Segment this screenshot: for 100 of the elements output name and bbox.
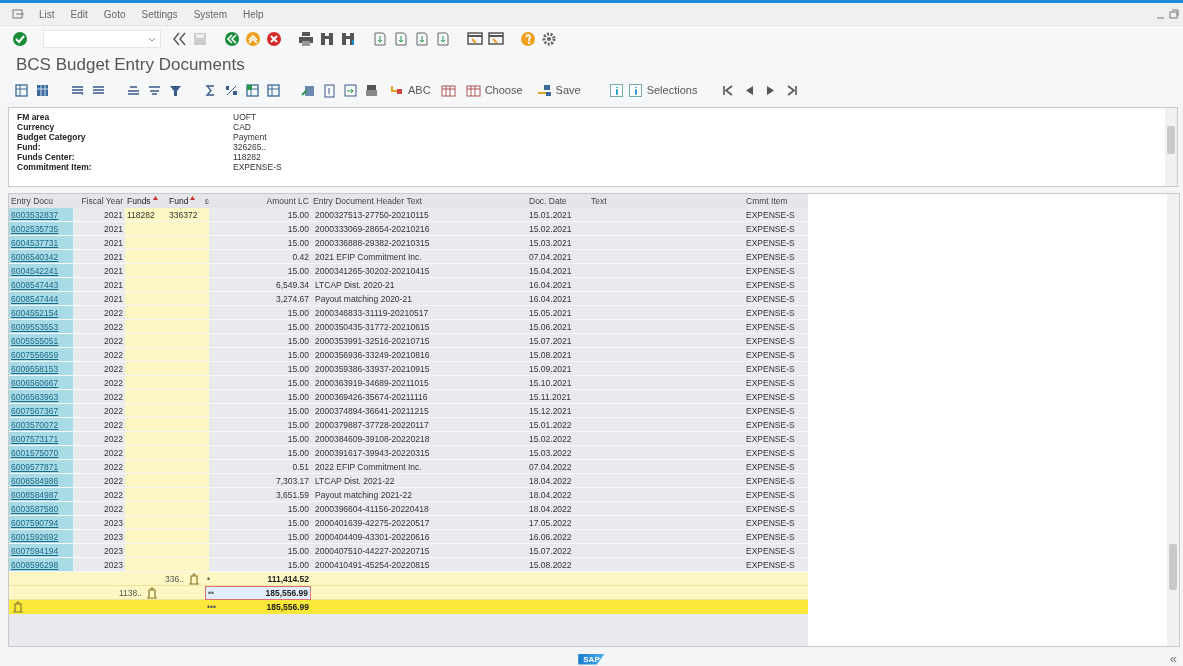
document-link[interactable]: 6003587580 <box>11 504 59 514</box>
toolbar-button[interactable]: Save <box>532 80 585 100</box>
print-preview-icon[interactable] <box>364 82 379 98</box>
table-cell <box>125 502 167 516</box>
document-link[interactable]: 6005555051 <box>11 336 59 346</box>
document-link[interactable]: 6007594194 <box>11 546 59 556</box>
scrollbar[interactable] <box>1165 108 1177 186</box>
document-link[interactable]: 6006563963 <box>11 392 59 402</box>
document-link[interactable]: 6009558153 <box>11 364 59 374</box>
document-link[interactable]: 6004542241 <box>11 266 59 276</box>
table-cell: 15.04.2021 <box>527 264 589 278</box>
check-icon[interactable] <box>12 31 28 47</box>
document-link[interactable]: 6008596298 <box>11 560 59 570</box>
table-cell: 15.05.2021 <box>527 306 589 320</box>
table-cell: 16.04.2021 <box>527 278 589 292</box>
document-link[interactable]: 6008547443 <box>11 280 59 290</box>
scrollbar[interactable] <box>1167 194 1179 646</box>
settings-icon[interactable] <box>541 31 557 47</box>
page-icon[interactable] <box>393 31 409 47</box>
document-link[interactable]: 6004552154 <box>11 308 59 318</box>
document-link[interactable]: 6007573171 <box>11 434 59 444</box>
page-icon[interactable] <box>435 31 451 47</box>
table-cell: 2000401639-42275-20220517 <box>311 516 527 530</box>
document-link[interactable]: 6006560667 <box>11 378 59 388</box>
grid-icon[interactable] <box>35 82 50 98</box>
menu-item[interactable]: Goto <box>101 8 128 20</box>
page-icon[interactable] <box>372 31 388 47</box>
menu-item[interactable]: Help <box>240 8 266 20</box>
page-icon[interactable] <box>414 31 430 47</box>
focused-cell[interactable]: •• 185,556.99 <box>205 586 311 600</box>
details-icon[interactable] <box>14 82 29 98</box>
document-icon[interactable] <box>322 82 337 98</box>
document-link[interactable]: 6002535735 <box>11 224 59 234</box>
collapse-button[interactable]: « <box>1169 651 1177 666</box>
command-field[interactable] <box>43 30 161 48</box>
toolbar-button[interactable]: Selections <box>604 80 702 100</box>
column-header[interactable]: Doc. Date <box>527 194 589 208</box>
document-link[interactable]: 6001592692 <box>11 532 59 542</box>
table-cell <box>125 516 167 530</box>
table-cell: Payout matching 2021-22 <box>311 488 527 502</box>
cancel-icon[interactable] <box>266 31 282 47</box>
spreadsheet-icon[interactable] <box>266 82 281 98</box>
column-header[interactable]: Entry Document Header Text <box>311 194 527 208</box>
column-header[interactable]: Cmmt Item <box>744 194 808 208</box>
restore-icon[interactable] <box>1169 8 1179 20</box>
table-icon[interactable] <box>465 82 481 98</box>
menu-item[interactable]: System <box>191 8 229 20</box>
table-cell <box>125 292 167 306</box>
layout-icon[interactable] <box>536 82 552 98</box>
document-link[interactable]: 6001575070 <box>11 448 59 458</box>
menu-item[interactable]: Settings <box>139 8 180 20</box>
table-cell: 15.01.2021 <box>527 208 589 222</box>
window-icon[interactable] <box>467 31 483 47</box>
table-cell: 15.02.2022 <box>527 432 589 446</box>
toolbar-button[interactable]: ABC <box>385 80 435 100</box>
table-cell <box>125 544 167 558</box>
document-link[interactable]: 6009553553 <box>11 322 59 332</box>
info-icon[interactable] <box>627 82 643 98</box>
document-link[interactable]: 6008584987 <box>11 490 59 500</box>
document-link[interactable]: 6008584986 <box>11 476 59 486</box>
menu-icon[interactable] <box>12 8 25 20</box>
column-header[interactable]: Fund <box>167 194 203 208</box>
caret-icon[interactable] <box>148 35 156 43</box>
menu-item[interactable]: List <box>37 8 57 20</box>
table-cell: 15.07.2022 <box>527 544 589 558</box>
spreadsheet-icon[interactable] <box>245 82 260 98</box>
field-value: Payment <box>233 132 268 142</box>
window-icon[interactable] <box>488 31 504 47</box>
table-cell <box>125 418 167 432</box>
column-header[interactable]: Funds <box>125 194 167 208</box>
toolbar-button[interactable]: Choose <box>461 80 527 100</box>
exit-icon[interactable] <box>245 31 261 47</box>
table-cell: 15.00 <box>209 530 311 544</box>
document-link[interactable]: 6003532837 <box>11 210 59 220</box>
back-icon[interactable] <box>224 31 240 47</box>
double-chevron-icon[interactable] <box>172 31 187 47</box>
column-header[interactable]: Amount LC <box>209 194 311 208</box>
document-link[interactable]: 6007556659 <box>11 350 59 360</box>
info-icon[interactable] <box>608 82 624 98</box>
document-link[interactable]: 6007567367 <box>11 406 59 416</box>
total-amount: 185,556.99 <box>266 601 309 614</box>
table-cell <box>125 376 167 390</box>
total-level-marker: •• <box>208 587 214 600</box>
column-header[interactable]: ɛ <box>203 194 209 208</box>
print-icon[interactable] <box>298 31 314 47</box>
column-header[interactable]: Entry Docu <box>9 194 73 208</box>
table-cell <box>125 250 167 264</box>
table-cell <box>125 236 167 250</box>
help-icon[interactable] <box>520 31 536 47</box>
table-icon[interactable] <box>440 82 456 98</box>
document-link[interactable]: 6007590794 <box>11 518 59 528</box>
document-link[interactable]: 6004537731 <box>11 238 59 248</box>
column-header[interactable]: Fiscal Year <box>73 194 125 208</box>
import-icon[interactable] <box>343 82 358 98</box>
document-link[interactable]: 6003570072 <box>11 420 59 430</box>
document-link[interactable]: 6006540342 <box>11 252 59 262</box>
column-header[interactable]: Text <box>589 194 744 208</box>
document-link[interactable]: 6008547444 <box>11 294 59 304</box>
menu-item[interactable]: Edit <box>68 8 90 20</box>
document-link[interactable]: 6009577871 <box>11 462 59 472</box>
